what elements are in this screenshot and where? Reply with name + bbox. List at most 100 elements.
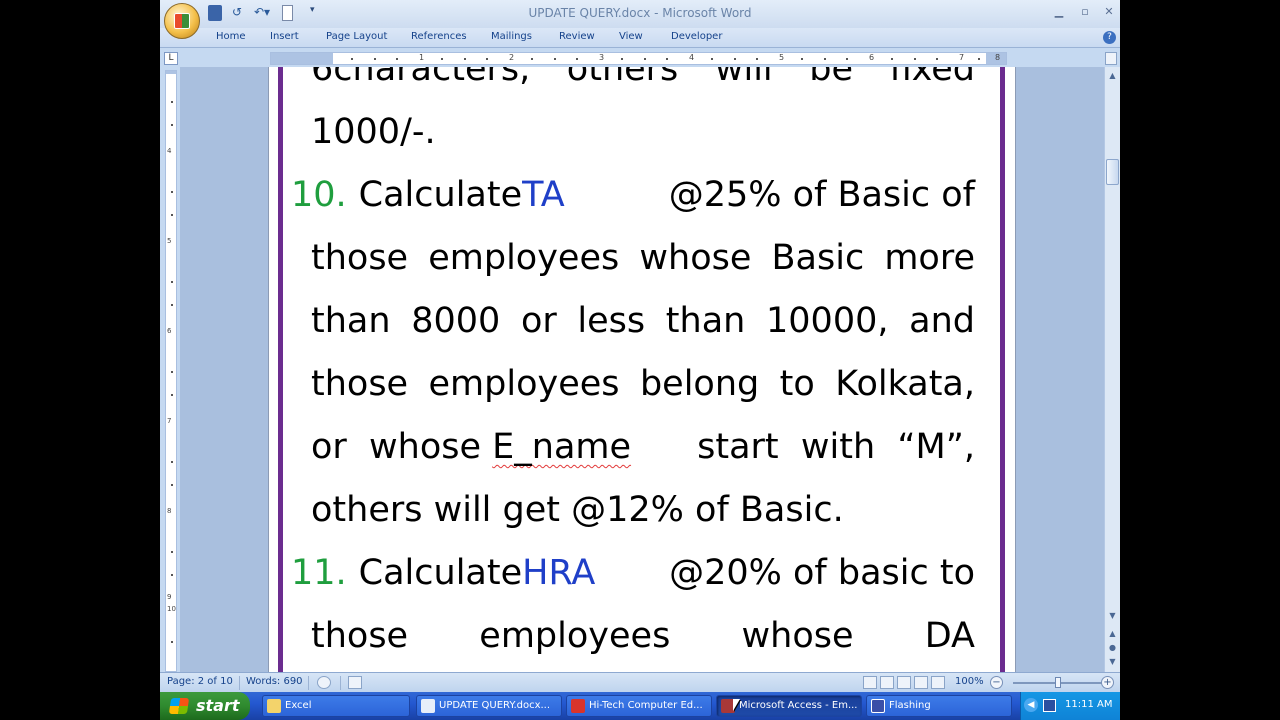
windows-logo-icon [168,698,190,714]
taskbar-button-excel[interactable]: Excel [262,695,410,717]
document-line[interactable]: those employees belong to Kolkata, [311,364,975,404]
ruler-tick [486,58,488,60]
tab-view[interactable]: View [619,31,643,42]
network-icon[interactable] [1043,699,1056,712]
tab-selector[interactable]: L [164,52,178,65]
minimize-button[interactable]: ▁ [1050,4,1068,20]
tab-insert[interactable]: Insert [270,31,299,42]
ruler-label: 4 [689,53,695,62]
ruler-label: 5 [167,237,172,245]
outline-icon[interactable] [914,676,928,689]
taskbar-button-flashing[interactable]: Flashing [866,695,1012,717]
word-window: ↺ ↶▾ ▾ UPDATE QUERY.docx - Microsoft Wor… [160,0,1120,692]
ruler-label: 8 [995,53,1001,62]
tab-mailings[interactable]: Mailings [491,31,532,42]
document-line[interactable]: others will get @12% of Basic. [311,490,844,530]
tab-references[interactable]: References [411,31,467,42]
scroll-up-icon[interactable]: ▲ [1106,69,1119,82]
clock[interactable]: 11:11 AM [1065,699,1112,710]
ruler-tick [576,58,578,60]
list-item-rest: @20% of basic to [669,553,975,593]
document-line[interactable]: or whose E_name start with “M”, [311,427,975,467]
line-text-post: start with “M”, [686,427,975,467]
help-icon[interactable]: ? [1103,31,1116,44]
scroll-thumb[interactable] [1106,159,1119,185]
zoom-level[interactable]: 100% [955,676,984,687]
document-line[interactable]: 1000/-. [311,112,436,152]
tab-review[interactable]: Review [559,31,595,42]
ruler-tick [621,58,623,60]
ruler-tick [171,281,173,283]
split-view-icon[interactable] [1105,52,1117,65]
show-hidden-icons-icon[interactable]: ◀ [1024,698,1038,712]
list-item-10[interactable]: 10. CalculateTA @25% of Basic of [291,175,975,215]
tab-home[interactable]: Home [216,31,246,42]
word-icon [421,699,435,713]
start-button[interactable]: start [160,692,250,720]
ruler-label: 7 [167,417,172,425]
status-separator [340,676,341,690]
page-count[interactable]: Page: 2 of 10 [167,676,233,687]
system-tray: ◀ 11:11 AM [1020,692,1120,720]
vertical-scrollbar[interactable]: ▲ ▼ ▲ ● ▼ [1104,67,1120,672]
word-count[interactable]: Words: 690 [246,676,303,687]
screen: ↺ ↶▾ ▾ UPDATE QUERY.docx - Microsoft Wor… [0,0,1280,720]
document-line[interactable]: than 8000 or less than 10000, and [311,301,975,341]
ruler-label: 7 [959,53,965,62]
ruler-tick [554,58,556,60]
draft-icon[interactable] [931,676,945,689]
highlight-term: TA [522,175,565,215]
tab-developer[interactable]: Developer [671,31,722,42]
proofing-icon[interactable] [317,676,331,689]
document-area[interactable]: 6characters, others will be fixed 1000/-… [180,67,1104,672]
status-separator [308,676,309,690]
window-title: UPDATE QUERY.docx - Microsoft Word [528,6,752,20]
taskbar-button-pdf[interactable]: Hi-Tech Computer Ed... [566,695,712,717]
taskbar-label: Flashing [889,700,931,711]
next-page-icon[interactable]: ▼ [1106,655,1119,668]
list-item-rest: @25% of Basic of [668,175,975,215]
mouse-cursor-icon [733,699,740,711]
select-browse-object-icon[interactable]: ● [1106,641,1119,654]
document-line[interactable]: those employees whose Basic more [311,238,975,278]
line-text-pre: or whose [311,427,493,467]
document-line[interactable]: 6characters, others will be fixed [311,67,975,89]
ruler-label: 1 [419,53,425,62]
macro-record-icon[interactable] [348,676,362,689]
close-button[interactable]: ✕ [1100,4,1118,20]
spelling-error-word[interactable]: E_name [492,427,631,467]
office-button[interactable] [164,3,200,39]
ruler-tick [171,461,173,463]
ruler-tick [171,214,173,216]
ruler-tick [936,58,938,60]
full-screen-reading-icon[interactable] [880,676,894,689]
tab-page-layout[interactable]: Page Layout [326,31,387,42]
document-line[interactable]: those employees whose DA [311,616,975,656]
document-page[interactable]: 6characters, others will be fixed 1000/-… [269,67,1015,672]
maximize-button[interactable]: ▫ [1076,4,1094,20]
web-layout-icon[interactable] [897,676,911,689]
list-item-11[interactable]: 11. CalculateHRA @20% of basic to [291,553,975,593]
vertical-ruler[interactable]: 4 5 6 7 8 9 10 [165,70,177,672]
page-border-left [278,67,283,672]
ruler-tick [171,551,173,553]
list-item-verb: Calculate [358,553,523,593]
ruler-tick [666,58,668,60]
zoom-in-button[interactable]: + [1101,676,1114,689]
zoom-slider-thumb[interactable] [1055,677,1061,688]
taskbar-label: Excel [285,700,312,711]
ruler-tick [351,58,353,60]
horizontal-ruler[interactable]: 1 2 3 4 5 6 7 8 [270,52,1007,65]
ruler-tick [824,58,826,60]
scroll-down-icon[interactable]: ▼ [1106,609,1119,622]
ruler-tick [171,641,173,643]
highlight-term: HRA [522,553,596,593]
zoom-out-button[interactable]: − [990,676,1003,689]
taskbar-label: UPDATE QUERY.docx... [439,700,551,711]
ruler-tick [396,58,398,60]
ribbon-tabs: Home Insert Page Layout References Maili… [160,28,1120,48]
taskbar-button-word[interactable]: UPDATE QUERY.docx... [416,695,562,717]
app-icon [871,699,885,713]
previous-page-icon[interactable]: ▲ [1106,627,1119,640]
print-layout-icon[interactable] [863,676,877,689]
